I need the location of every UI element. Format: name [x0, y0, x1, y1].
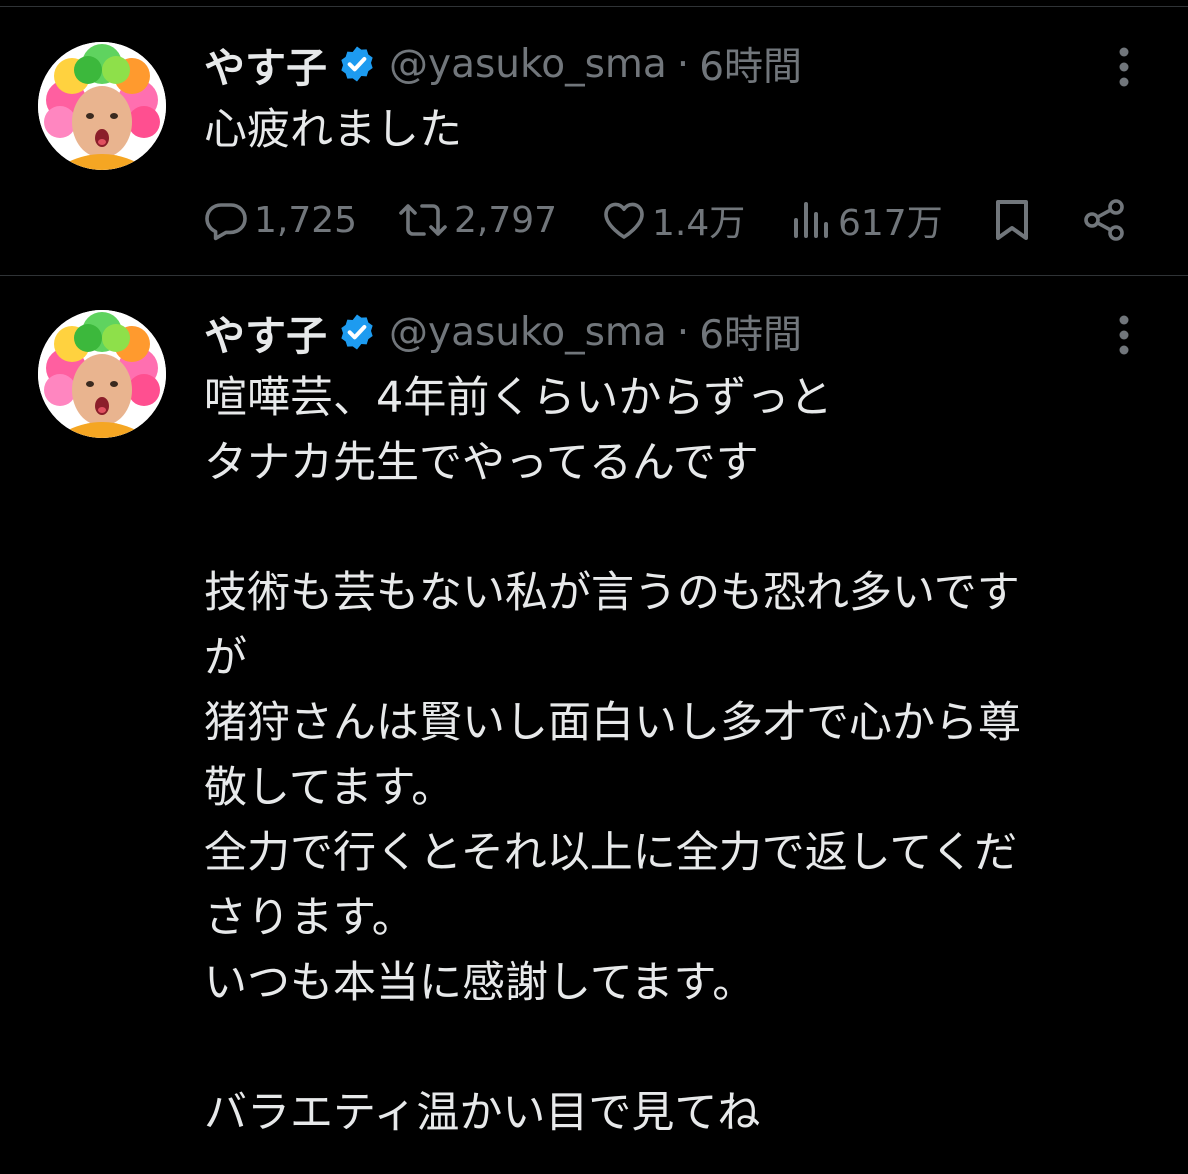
tweet-text-line: タナカ先生でやってるんです: [204, 438, 759, 488]
like-button[interactable]: 1.4万: [600, 190, 745, 250]
views-icon: [790, 196, 834, 244]
more-vertical-icon[interactable]: [1104, 308, 1144, 360]
reply-icon: [202, 196, 250, 244]
avatar[interactable]: [38, 42, 166, 170]
verified-badge-icon: [337, 44, 377, 84]
share-button[interactable]: [1080, 190, 1128, 250]
tweet-text-line: 技術も芸もない私が言うのも恐れ多いです: [204, 568, 1020, 618]
share-icon: [1080, 196, 1128, 244]
reply-count: 1,725: [254, 199, 358, 241]
author-handle[interactable]: @yasuko_sma: [389, 310, 667, 355]
author-handle[interactable]: @yasuko_sma: [389, 42, 667, 87]
avatar-image: [38, 310, 166, 438]
views-button[interactable]: 617万: [790, 190, 943, 250]
verified-badge-icon: [337, 312, 377, 352]
tweet-text-line: いつも本当に感謝してます。: [204, 958, 756, 1008]
tweet-header: やす子 @yasuko_sma · 6時間: [204, 36, 802, 93]
like-icon: [600, 196, 648, 244]
tweet-text-line: さります。: [204, 893, 415, 943]
reply-button[interactable]: 1,725: [202, 190, 357, 250]
tweet-text-line: 敬してます。: [204, 763, 455, 813]
bookmark-button[interactable]: [990, 190, 1034, 250]
views-count: 617万: [838, 203, 943, 244]
bookmark-icon: [990, 196, 1034, 244]
repost-icon: [396, 196, 450, 244]
separator-dot: ·: [676, 309, 690, 355]
tweet-text-line: 喧嘩芸、4年前くらいからずっと: [204, 373, 833, 423]
avatar[interactable]: [38, 310, 166, 438]
like-count: 1.4万: [652, 203, 746, 244]
tweet[interactable]: やす子 @yasuko_sma · 6時間 心疲れました 1,725 2,797…: [0, 0, 1188, 276]
tweet[interactable]: やす子 @yasuko_sma · 6時間 喧嘩芸、4年前くらいからずっと タナ…: [0, 276, 1188, 1174]
tweet-text-line: が: [204, 633, 247, 683]
more-vertical-icon[interactable]: [1104, 40, 1144, 92]
tweet-text-line: 全力で行くとそれ以上に全力で返してくだ: [204, 828, 1018, 878]
timestamp[interactable]: 6時間: [699, 36, 802, 92]
tweet-text: 心疲れました: [204, 105, 462, 155]
avatar-image: [38, 42, 166, 170]
tweet-header: やす子 @yasuko_sma · 6時間: [204, 304, 802, 361]
author-name[interactable]: やす子: [204, 34, 327, 94]
repost-count: 2,797: [454, 199, 558, 241]
timestamp[interactable]: 6時間: [699, 304, 802, 360]
tweet-actions: 1,725 2,797 1.4万 617万: [200, 190, 1140, 250]
repost-button[interactable]: 2,797: [396, 190, 557, 250]
tweet-text-line: バラエティ温かい目で見てね: [204, 1088, 761, 1138]
tweet-text-line: 猪狩さんは賢いし面白いし多才で心から尊: [204, 698, 1021, 748]
separator-dot: ·: [676, 41, 690, 87]
author-name[interactable]: やす子: [204, 302, 327, 362]
